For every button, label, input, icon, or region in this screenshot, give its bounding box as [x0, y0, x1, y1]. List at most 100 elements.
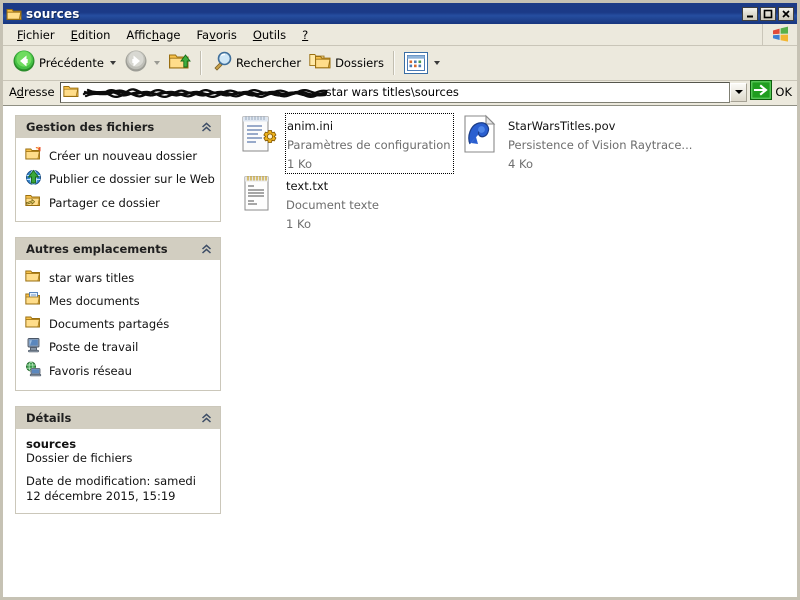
window-title: sources — [26, 6, 80, 21]
panel-title: Détails — [26, 411, 72, 425]
task-pane-sidebar: Gestion des fichiers Créer un nouveau do… — [3, 107, 231, 597]
back-button[interactable]: Précédente — [8, 48, 120, 78]
file-item-starwarstitles-pov[interactable]: StarWarsTitles.pov Persistence of Vision… — [459, 113, 692, 172]
window-controls — [742, 6, 795, 21]
file-name: StarWarsTitles.pov — [508, 119, 616, 133]
chevron-down-icon[interactable] — [153, 61, 160, 65]
up-button[interactable] — [164, 48, 195, 78]
sidebar-item-star-wars-titles[interactable]: star wars titles — [23, 266, 215, 289]
sidebar-item-label: Partager ce dossier — [49, 195, 160, 210]
title-bar[interactable]: sources — [3, 3, 797, 24]
minimize-button[interactable] — [742, 6, 758, 21]
file-item-text-txt[interactable]: text.txt Document texte 1 Ko — [237, 173, 379, 232]
sidebar-item-share-folder[interactable]: Partager ce dossier — [23, 191, 215, 214]
file-list[interactable]: anim.ini Paramètres de configuration 1 K… — [231, 107, 797, 597]
search-button[interactable]: Rechercher — [207, 48, 305, 78]
chevrons-up-icon[interactable] — [200, 121, 213, 134]
file-type: Paramètres de configuration — [287, 138, 451, 152]
my-computer-icon — [25, 337, 42, 357]
go-button[interactable]: OK — [748, 80, 795, 104]
chevron-down-icon[interactable] — [433, 61, 440, 65]
sidebar-item-shared-documents[interactable]: Documents partagés — [23, 312, 215, 335]
menu-aide[interactable]: ? — [294, 26, 316, 44]
folder-icon — [62, 83, 79, 102]
publish-web-icon — [25, 169, 42, 189]
details-item-date: Date de modification: samedi 12 décembre… — [26, 474, 196, 503]
file-type: Persistence of Vision Raytrace... — [508, 138, 693, 152]
chevron-down-icon — [734, 90, 743, 94]
sidebar-item-label: Publier ce dossier sur le Web — [49, 172, 215, 186]
panel-other-places-header[interactable]: Autres emplacements — [16, 238, 220, 260]
pov-ray-file-icon — [459, 113, 501, 159]
panel-other-places-body: star wars titles Mes documents Documents… — [16, 260, 220, 390]
network-icon — [25, 361, 42, 381]
menu-outils[interactable]: Outils — [245, 26, 294, 44]
sidebar-item-create-folder[interactable]: Créer un nouveau dossier — [23, 144, 215, 167]
sidebar-item-network-places[interactable]: Favoris réseau — [23, 359, 215, 383]
sidebar-item-my-documents[interactable]: Mes documents — [23, 289, 215, 312]
toolbar-separator — [392, 51, 395, 75]
search-button-label: Rechercher — [235, 56, 302, 70]
sidebar-item-label: Documents partagés — [49, 316, 170, 331]
chevrons-up-icon[interactable] — [200, 243, 213, 256]
ini-config-file-icon — [237, 113, 279, 159]
views-grid-icon — [403, 52, 428, 74]
menu-affichage[interactable]: Affichage — [118, 26, 188, 44]
file-type: Document texte — [286, 198, 380, 212]
address-input[interactable]: star wars titles\sources — [59, 81, 731, 103]
sidebar-item-label: Poste de travail — [49, 340, 139, 354]
address-value: star wars titles\sources — [82, 85, 459, 99]
views-button[interactable] — [400, 48, 444, 78]
text-file-icon — [237, 173, 279, 219]
file-item-anim-ini[interactable]: anim.ini Paramètres de configuration 1 K… — [237, 113, 454, 174]
panel-details: Détails sources Dossier de fichiers Date… — [15, 406, 221, 514]
go-button-label: OK — [775, 85, 792, 99]
forward-arrow-icon — [124, 49, 148, 77]
new-folder-icon — [25, 146, 42, 165]
folders-button[interactable]: Dossiers — [305, 48, 388, 78]
sidebar-item-my-computer[interactable]: Poste de travail — [23, 335, 215, 359]
chevron-down-icon[interactable] — [109, 61, 116, 65]
panel-file-tasks: Gestion des fichiers Créer un nouveau do… — [15, 115, 221, 222]
file-meta: anim.ini Paramètres de configuration 1 K… — [285, 113, 454, 174]
panel-details-header[interactable]: Détails — [16, 407, 220, 429]
details-item-name: sources — [26, 437, 77, 451]
file-size: 4 Ko — [508, 157, 533, 171]
menu-bar: Fichier Edition Affichage Favoris Outils… — [3, 24, 797, 46]
panel-file-tasks-header[interactable]: Gestion des fichiers — [16, 116, 220, 138]
file-size: 1 Ko — [286, 217, 311, 231]
toolbar: Précédente Rechercher Dossiers — [3, 46, 797, 81]
folder-icon — [6, 6, 22, 22]
menu-favoris[interactable]: Favoris — [188, 26, 244, 44]
windows-flag-icon — [762, 24, 797, 45]
panel-title: Gestion des fichiers — [26, 120, 155, 134]
toolbar-separator — [199, 51, 202, 75]
panel-title: Autres emplacements — [26, 242, 168, 256]
maximize-button[interactable] — [760, 6, 776, 21]
back-arrow-icon — [12, 49, 36, 77]
file-name: text.txt — [286, 179, 329, 193]
address-label: Adresse — [9, 85, 55, 99]
share-folder-icon — [25, 193, 42, 212]
file-size: 1 Ko — [287, 157, 312, 171]
back-button-label: Précédente — [39, 56, 104, 70]
up-folder-icon — [168, 50, 191, 76]
sidebar-item-publish-web[interactable]: Publier ce dossier sur le Web — [23, 167, 215, 191]
address-dropdown-button[interactable] — [730, 82, 748, 102]
file-meta: text.txt Document texte 1 Ko — [286, 173, 379, 232]
close-button[interactable] — [778, 6, 794, 21]
sidebar-item-label: star wars titles — [49, 270, 135, 285]
panel-details-body: sources Dossier de fichiers Date de modi… — [16, 429, 220, 513]
address-visible-text: star wars titles\sources — [325, 85, 459, 99]
panel-other-places: Autres emplacements star wars titles Mes… — [15, 237, 221, 391]
sidebar-item-label: Favoris réseau — [49, 364, 132, 378]
go-arrow-icon — [750, 80, 773, 104]
folder-icon — [25, 268, 42, 287]
chevrons-up-icon[interactable] — [200, 412, 213, 425]
folder-icon — [25, 314, 42, 333]
panel-file-tasks-body: Créer un nouveau dossier Publier ce doss… — [16, 138, 220, 221]
menu-edition[interactable]: Edition — [63, 26, 119, 44]
sidebar-item-label: Mes documents — [49, 293, 140, 308]
forward-button[interactable] — [120, 48, 164, 78]
menu-fichier[interactable]: Fichier — [9, 26, 63, 44]
